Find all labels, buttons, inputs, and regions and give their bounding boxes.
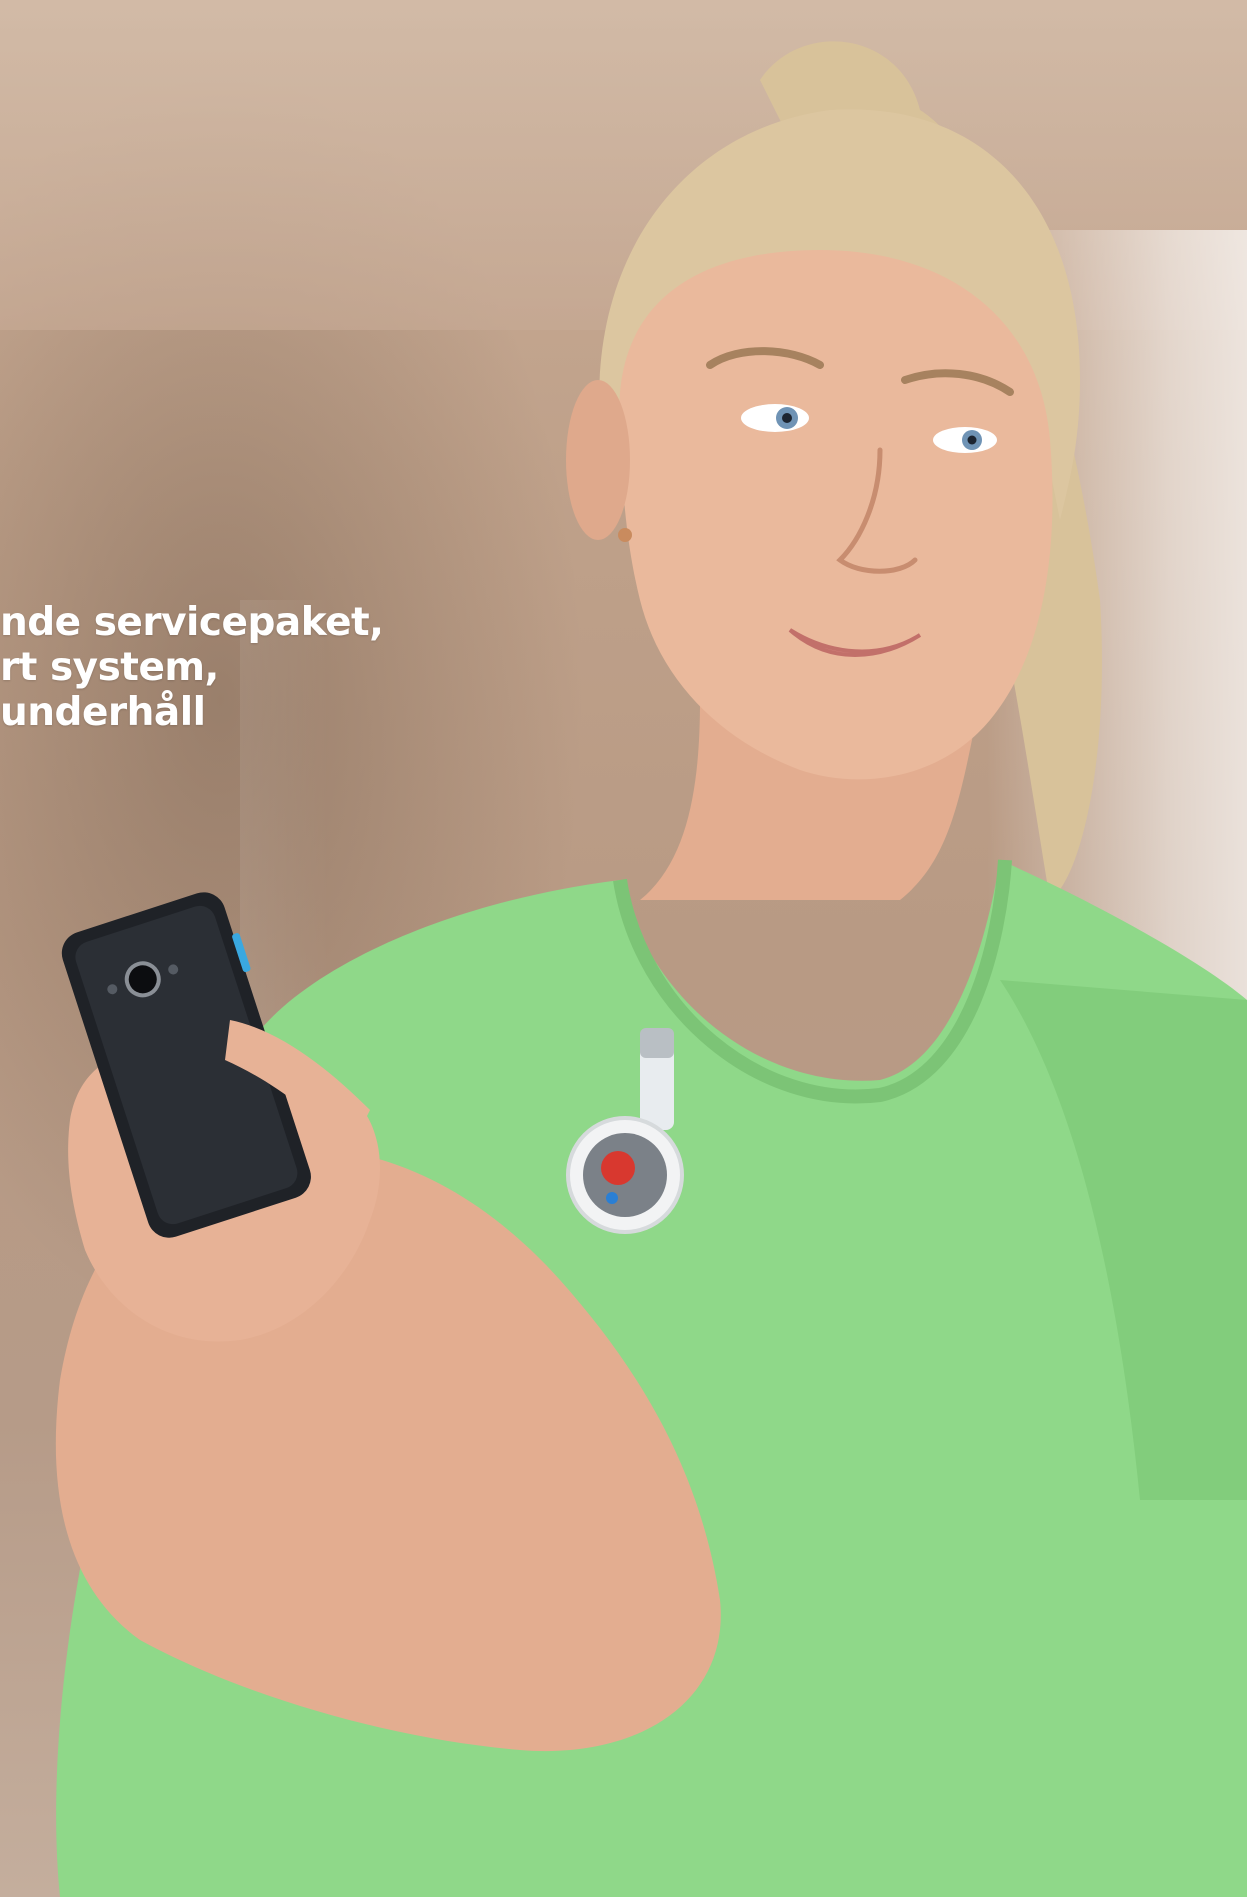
left-eye bbox=[741, 404, 809, 432]
alarm-button bbox=[601, 1151, 635, 1185]
headline-line-1: nde servicepaket, bbox=[0, 600, 380, 645]
headline-line-2: rt system, bbox=[0, 645, 219, 690]
hero-photo: nde servicepaket, rt system, underhåll bbox=[0, 0, 1247, 1897]
woman-figure bbox=[55, 41, 1247, 1897]
earring bbox=[618, 528, 632, 542]
headline-line-3: underhåll bbox=[0, 690, 206, 735]
status-led bbox=[606, 1192, 618, 1204]
ear bbox=[566, 380, 630, 540]
headline: nde servicepaket, rt system, underhåll bbox=[0, 600, 380, 735]
face bbox=[619, 250, 1053, 780]
